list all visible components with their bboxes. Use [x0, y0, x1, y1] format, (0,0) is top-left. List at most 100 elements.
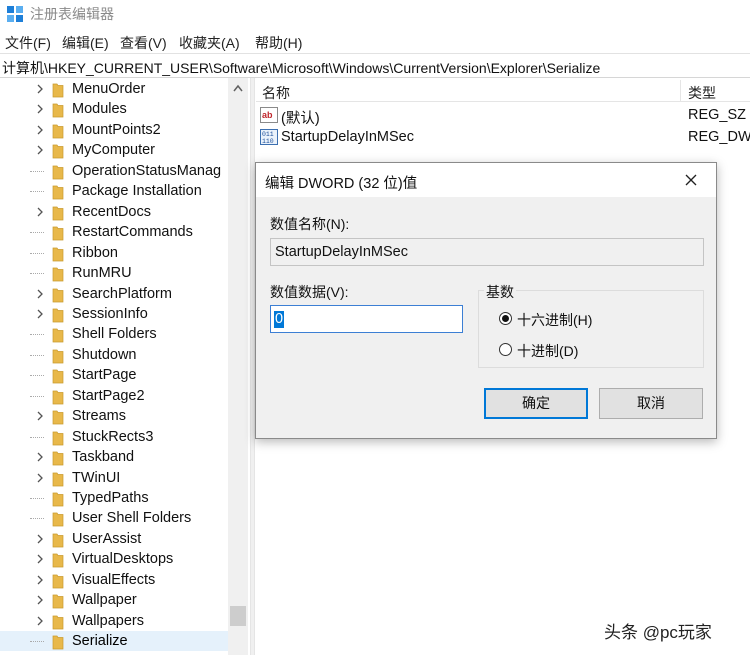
tree-item-label: TWinUI	[72, 469, 121, 486]
chevron-right-icon[interactable]	[36, 308, 44, 320]
column-header-type[interactable]: 类型	[688, 83, 716, 103]
tree-item[interactable]: RestartCommands	[0, 222, 232, 242]
value-name-field: StartupDelayInMSec	[270, 238, 704, 266]
value-data-text: 0	[274, 311, 285, 328]
menu-bar: 文件(F) 编辑(E) 查看(V) 收藏夹(A) 帮助(H)	[0, 30, 750, 52]
tree-item-label: Taskband	[72, 449, 135, 466]
tree-item[interactable]: StartPage2	[0, 386, 232, 406]
tree-item-label: UserAssist	[72, 530, 142, 547]
tree-item[interactable]: RecentDocs	[0, 202, 232, 222]
chevron-right-icon[interactable]	[36, 83, 44, 95]
tree-item[interactable]: SessionInfo	[0, 304, 232, 324]
value-name: StartupDelayInMSec	[281, 129, 414, 145]
menu-help[interactable]: 帮助(H)	[255, 33, 302, 53]
tree-item[interactable]: SearchPlatform	[0, 284, 232, 304]
folder-icon	[52, 410, 64, 425]
menu-edit[interactable]: 编辑(E)	[62, 33, 109, 53]
folder-icon	[52, 308, 64, 323]
scroll-up-arrow-icon[interactable]	[233, 84, 243, 92]
value-row-default[interactable]: ab (默认) REG_SZ	[256, 104, 750, 127]
tree-item-label: Shell Folders	[72, 326, 157, 343]
tree-item-label: MenuOrder	[72, 81, 146, 97]
folder-icon	[52, 431, 64, 445]
value-row-startupdelay[interactable]: 011 110 StartupDelayInMSec REG_DWO	[256, 126, 750, 148]
close-icon[interactable]	[682, 171, 700, 189]
value-type: REG_DWO	[688, 129, 750, 145]
folder-icon	[52, 615, 64, 630]
folder-icon	[52, 83, 64, 98]
folder-icon	[52, 574, 64, 589]
value-name: (默认)	[281, 111, 320, 127]
tree-item[interactable]: Streams	[0, 406, 232, 426]
tree-item[interactable]: Package Installation	[0, 181, 232, 201]
tree-item[interactable]: OperationStatusManag	[0, 161, 232, 181]
tree-item[interactable]: TypedPaths	[0, 488, 232, 508]
radio-hex-label[interactable]: 十六进制(H)	[517, 310, 592, 330]
tree-item[interactable]: UserAssist	[0, 529, 232, 549]
tree-item[interactable]: RunMRU	[0, 263, 232, 283]
tree-item[interactable]: VisualEffects	[0, 570, 232, 590]
cancel-button[interactable]: 取消	[599, 388, 703, 419]
folder-icon	[52, 226, 64, 241]
tree-item[interactable]: MenuOrder	[0, 79, 232, 99]
folder-icon	[52, 104, 64, 118]
tree-item[interactable]: MyComputer	[0, 140, 232, 160]
menu-favorites[interactable]: 收藏夹(A)	[179, 33, 240, 53]
menu-file[interactable]: 文件(F)	[5, 33, 51, 53]
folder-icon	[52, 451, 64, 466]
tree-connector	[30, 334, 44, 336]
chevron-right-icon[interactable]	[36, 410, 44, 422]
tree-connector	[30, 518, 44, 520]
tree-item[interactable]: Wallpaper	[0, 590, 232, 610]
tree-item-label: MountPoints2	[72, 121, 161, 138]
ok-button[interactable]: 确定	[484, 388, 588, 419]
tree-item[interactable]: User Shell Folders	[0, 508, 232, 528]
folder-icon	[52, 390, 64, 405]
tree-item-label: User Shell Folders	[72, 510, 192, 527]
tree-item[interactable]: Wallpapers	[0, 611, 232, 631]
tree-connector	[30, 273, 44, 275]
radio-decimal-label[interactable]: 十进制(D)	[517, 341, 578, 361]
tree-connector	[30, 354, 44, 356]
chevron-right-icon[interactable]	[36, 615, 44, 627]
chevron-right-icon[interactable]	[36, 594, 44, 606]
chevron-right-icon[interactable]	[36, 472, 44, 484]
chevron-right-icon[interactable]	[36, 103, 44, 115]
value-name-text: StartupDelayInMSec	[275, 244, 408, 260]
tree-item[interactable]: VirtualDesktops	[0, 549, 232, 569]
tree-item-label: Modules	[72, 101, 127, 118]
tree-connector	[30, 232, 44, 234]
tree-item[interactable]: Shutdown	[0, 345, 232, 365]
value-data-label: 数值数据(V):	[270, 284, 349, 300]
scroll-thumb[interactable]	[230, 606, 246, 626]
menu-view[interactable]: 查看(V)	[120, 33, 167, 53]
chevron-right-icon[interactable]	[36, 553, 44, 565]
folder-icon	[52, 247, 64, 261]
chevron-right-icon[interactable]	[36, 124, 44, 136]
tree-item[interactable]: Modules	[0, 99, 232, 119]
tree-connector	[30, 191, 44, 193]
tree-item[interactable]: Ribbon	[0, 243, 232, 263]
tree-item[interactable]: Taskband	[0, 447, 232, 467]
chevron-right-icon[interactable]	[36, 451, 44, 463]
chevron-right-icon[interactable]	[36, 144, 44, 156]
chevron-right-icon[interactable]	[36, 206, 44, 218]
chevron-right-icon[interactable]	[36, 533, 44, 545]
tree-item[interactable]: TWinUI	[0, 468, 232, 488]
radio-decimal[interactable]	[499, 343, 512, 356]
tree-item[interactable]: Shell Folders	[0, 324, 232, 344]
address-bar[interactable]: 计算机\HKEY_CURRENT_USER\Software\Microsoft…	[0, 53, 750, 78]
tree-item[interactable]: MountPoints2	[0, 120, 232, 140]
column-separator[interactable]	[680, 80, 681, 102]
chevron-right-icon[interactable]	[36, 574, 44, 586]
radio-hex[interactable]	[499, 312, 512, 325]
folder-icon	[52, 492, 64, 507]
chevron-right-icon[interactable]	[36, 288, 44, 300]
tree-item[interactable]: Serialize	[0, 631, 232, 652]
tree-scrollbar[interactable]	[228, 78, 248, 655]
tree-item-label: MyComputer	[72, 142, 155, 159]
column-header-name[interactable]: 名称	[262, 83, 290, 103]
tree-item[interactable]: StartPage	[0, 365, 232, 385]
value-data-input[interactable]: 0	[270, 305, 463, 333]
tree-item[interactable]: StuckRects3	[0, 427, 232, 447]
